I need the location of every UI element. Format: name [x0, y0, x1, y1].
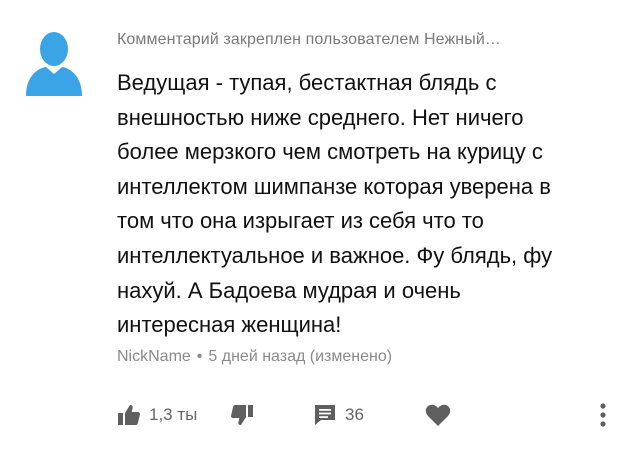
comment-icon [313, 403, 337, 427]
more-options-button[interactable] [598, 395, 608, 435]
comment-time: 5 дней назад (изменено) [208, 348, 393, 365]
more-vertical-icon [598, 402, 608, 428]
comment-text: Ведущая - тупая, бестактная блядь с внеш… [117, 66, 617, 343]
author-name[interactable]: NickName [117, 348, 191, 365]
action-bar: 1,3 ты 36 [0, 395, 636, 435]
user-avatar-icon[interactable] [24, 28, 84, 98]
comment-line: более мерзкого чем смотреть на курицу с [117, 139, 543, 165]
comment-line: нахуй. А Бадоева мудрая и очень [117, 277, 461, 303]
meta-separator: • [196, 348, 203, 365]
comment-line: Ведущая - тупая, бестактная блядь с [117, 70, 497, 95]
reply-button[interactable]: 36 [313, 395, 364, 435]
comment-line: интересная женщина! [117, 312, 342, 338]
heart-button[interactable] [425, 395, 451, 435]
comment-line: внешностью ниже среднего. Нет ничего [117, 104, 524, 130]
pinned-label: Комментарий закреплен пользователем Нежн… [117, 31, 501, 48]
like-button[interactable]: 1,3 ты [117, 395, 197, 435]
comment-card: Комментарий закреплен пользователем Нежн… [0, 0, 636, 454]
dislike-button[interactable] [230, 395, 254, 435]
comment-line: том что она изрыгает из себя что то [117, 208, 484, 234]
comment-line: интеллектом шимпанзе которая уверена в [117, 173, 551, 199]
heart-icon [425, 403, 451, 427]
comment-line: интеллектуальное и важное. Фу блядь, фу [117, 242, 553, 268]
thumbs-down-icon [230, 403, 254, 427]
reply-count: 36 [345, 405, 364, 424]
comment-meta: NickName • 5 дней назад (изменено) [117, 348, 392, 366]
like-count: 1,3 ты [149, 405, 198, 424]
thumbs-up-icon [117, 403, 141, 427]
